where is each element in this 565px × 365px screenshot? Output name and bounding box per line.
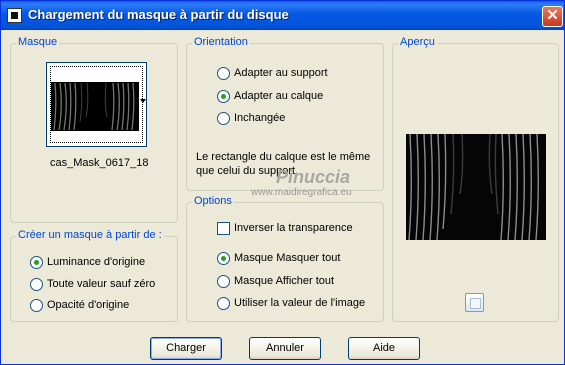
- mask-name: cas_Mask_0617_18: [50, 157, 149, 169]
- radio-button[interactable]: [30, 256, 43, 269]
- orientation-legend: Orientation: [192, 36, 250, 48]
- radio-label: Utiliser la valeur de l'image: [234, 297, 366, 309]
- radio-label: Luminance d'origine: [47, 256, 146, 268]
- radio-button[interactable]: [217, 275, 230, 288]
- apercu-legend: Aperçu: [398, 36, 437, 48]
- aide-button[interactable]: Aide: [348, 337, 420, 360]
- creer-legend: Créer un masque à partir de :: [16, 229, 164, 241]
- preview-image: [406, 134, 546, 240]
- radio-label: Inchangée: [234, 112, 286, 124]
- radio-button[interactable]: [217, 252, 230, 265]
- title-bar[interactable]: Chargement du masque à partir du disque …: [1, 1, 564, 30]
- dialog-window: Chargement du masque à partir du disque …: [0, 0, 565, 365]
- radio-label: Adapter au support: [234, 67, 328, 79]
- checkbox-box[interactable]: [217, 222, 230, 235]
- radio-button[interactable]: [30, 299, 43, 312]
- window-title: Chargement du masque à partir du disque: [28, 7, 289, 22]
- annuler-button[interactable]: Annuler: [249, 337, 321, 360]
- radio-label: Masque Afficher tout: [234, 275, 335, 287]
- mask-thumbnail: [51, 82, 139, 131]
- radio-label: Opacité d'origine: [47, 299, 130, 311]
- watermark-name: Pinuccia: [276, 167, 351, 187]
- app-icon: [7, 8, 22, 23]
- close-button[interactable]: ✕: [542, 6, 563, 27]
- radio-button[interactable]: [30, 278, 43, 291]
- radio-button[interactable]: [217, 297, 230, 310]
- watermark-url: www.maidiregrafica.eu: [251, 187, 352, 198]
- mask-thumbnail-frame: [50, 66, 143, 143]
- chevron-down-icon[interactable]: [140, 99, 146, 103]
- close-icon: ✕: [546, 7, 559, 24]
- mask-picker[interactable]: [46, 62, 147, 147]
- radio-label: Adapter au calque: [234, 90, 324, 102]
- radio-button[interactable]: [217, 112, 230, 125]
- preview-toggle-button[interactable]: [465, 293, 484, 312]
- radio-button[interactable]: [217, 90, 230, 103]
- options-legend: Options: [192, 195, 234, 207]
- charger-button[interactable]: Charger: [150, 337, 222, 360]
- masque-legend: Masque: [16, 36, 60, 48]
- checkbox-label: Inverser la transparence: [234, 222, 353, 234]
- radio-button[interactable]: [217, 67, 230, 80]
- radio-label: Toute valeur sauf zéro: [47, 278, 156, 290]
- radio-label: Masque Masquer tout: [234, 252, 341, 264]
